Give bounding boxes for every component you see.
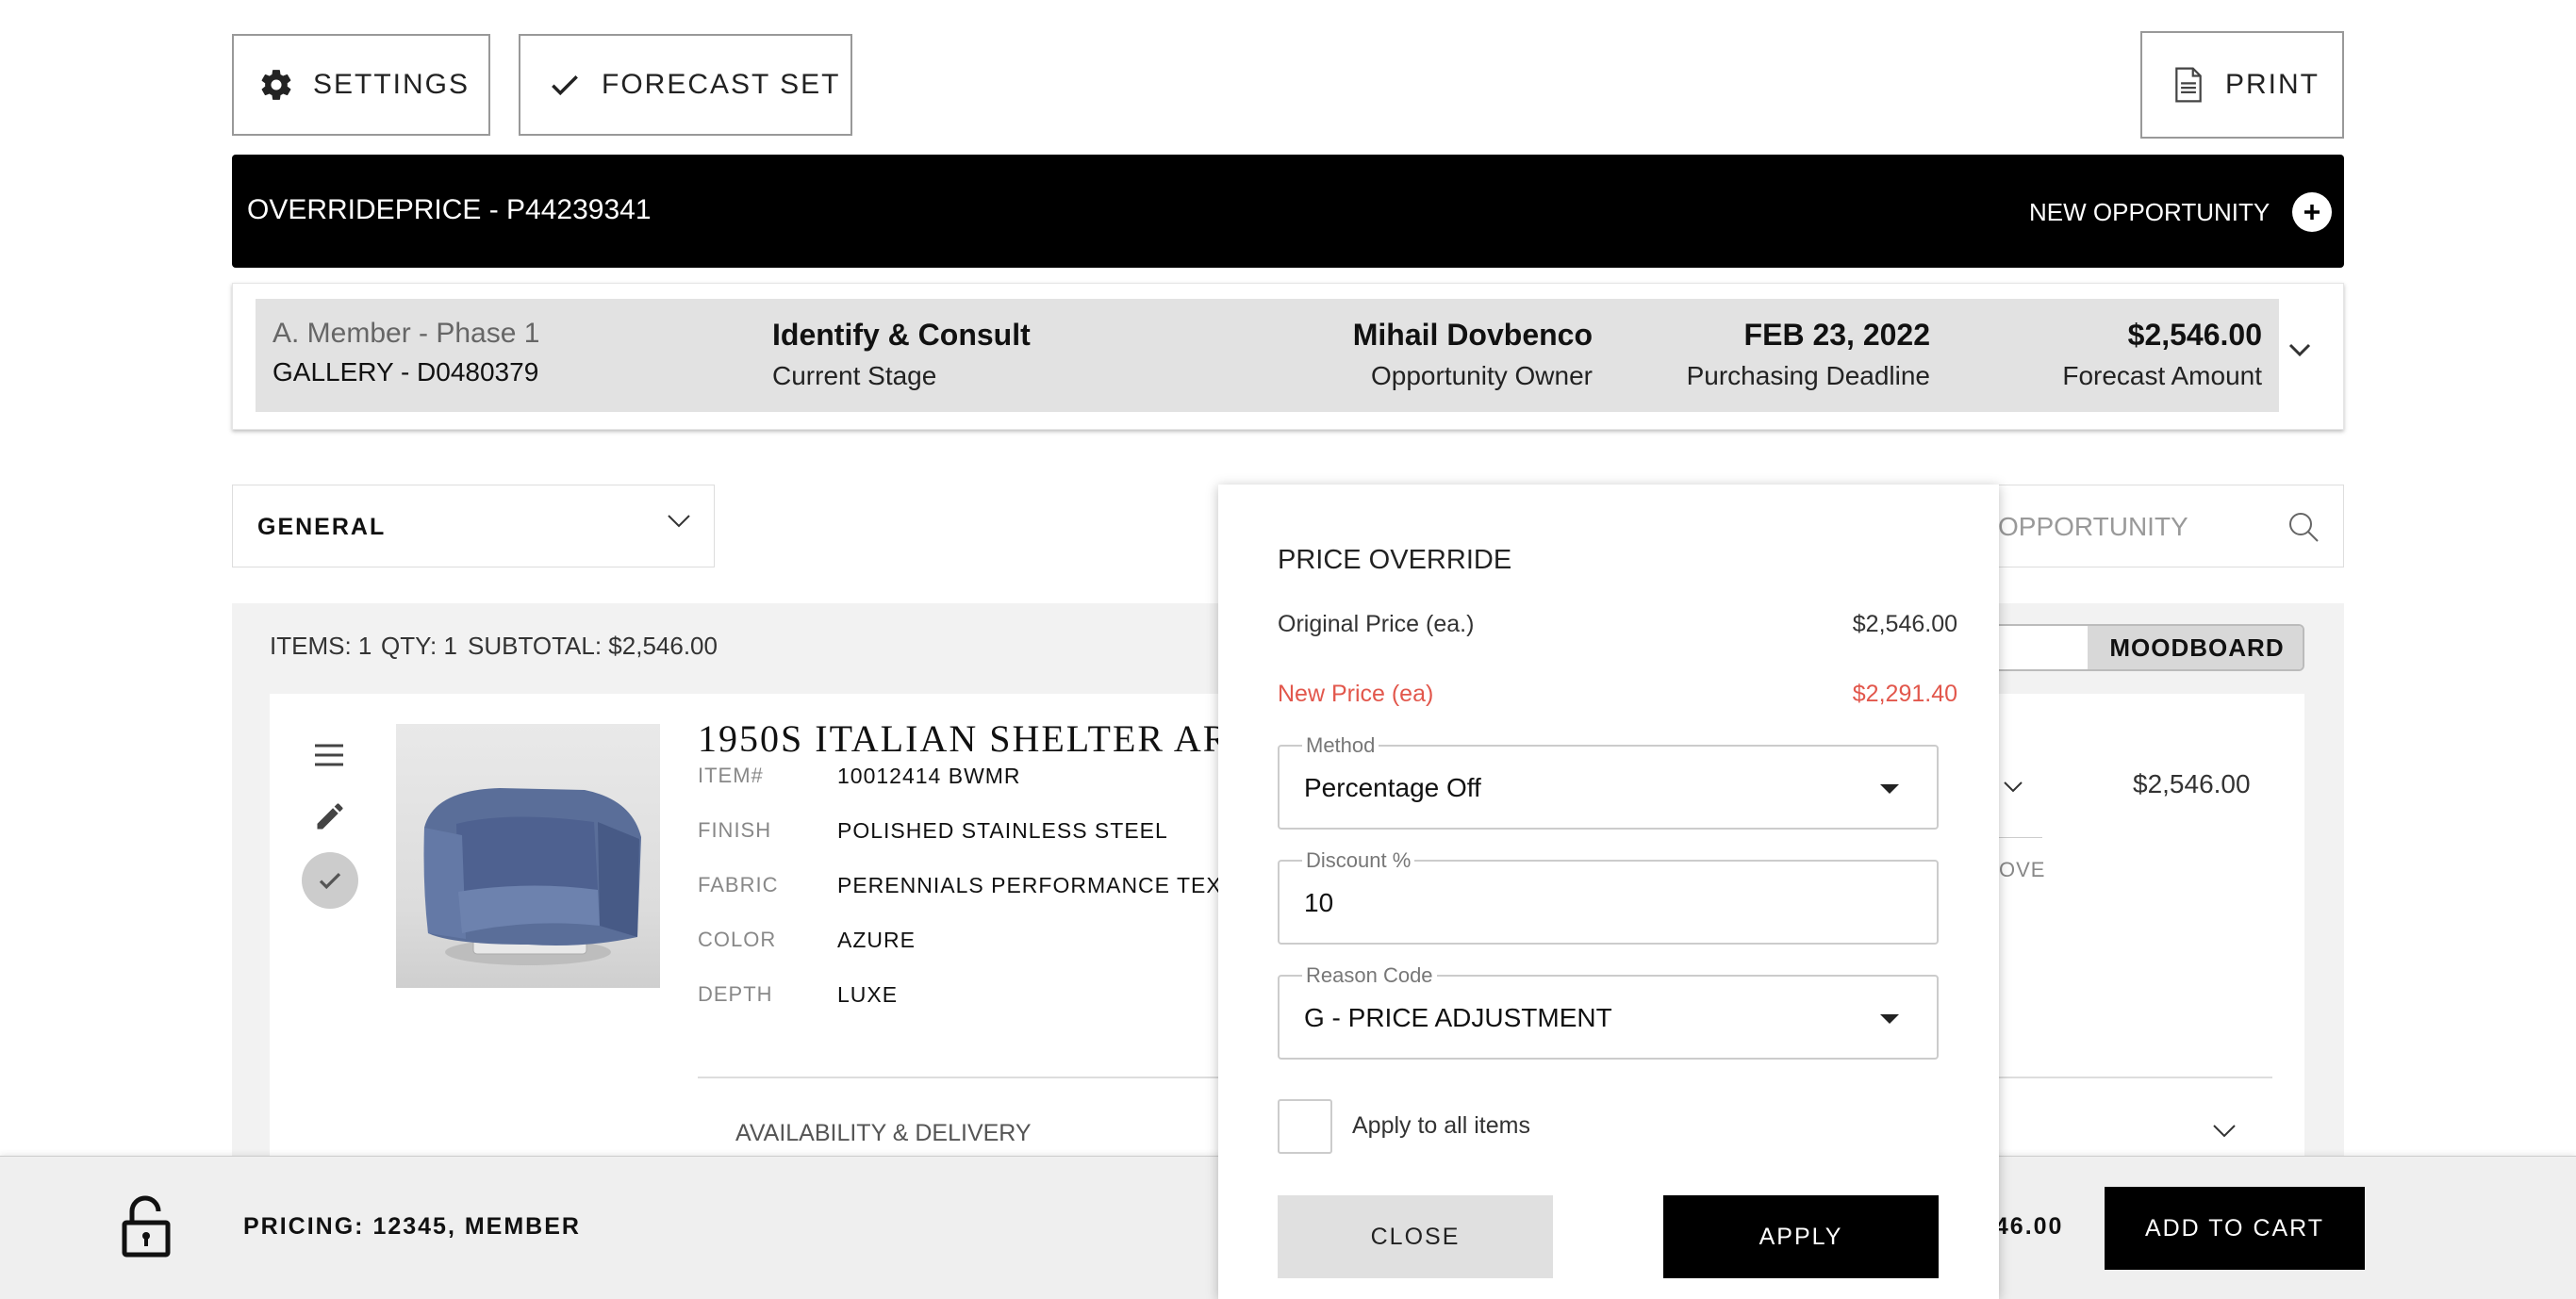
new-opportunity-button[interactable]: NEW OPPORTUNITY [2029, 189, 2333, 236]
discount-label: Discount % [1302, 848, 1415, 873]
spec-label-color: COLOR [698, 928, 777, 951]
section-select[interactable]: GENERAL [232, 485, 715, 567]
plus-circle-icon [2292, 192, 2333, 232]
new-opportunity-label: NEW OPPORTUNITY [2029, 197, 2271, 226]
subtotal: SUBTOTAL: $2,546.00 [468, 632, 718, 660]
stage-label: Current Stage [772, 361, 937, 390]
items-count: ITEMS: 1 [270, 632, 372, 660]
spec-label-fabric: FABRIC [698, 873, 779, 896]
opportunity-search-box[interactable]: OPPORTUNITY [1961, 485, 2344, 567]
deadline-value: FEB 23, 2022 [1743, 318, 1930, 352]
section-select-value: GENERAL [257, 514, 387, 540]
new-price-value: $2,291.40 [1852, 681, 1957, 707]
qty-count: QTY: 1 [381, 632, 457, 660]
add-to-cart-label: ADD TO CART [2144, 1214, 2325, 1241]
member-name: A. Member - Phase 1 [272, 318, 540, 349]
document-icon [2172, 67, 2204, 103]
forecast-set-label: FORECAST SET [602, 69, 841, 100]
new-price-label: New Price (ea) [1278, 681, 1434, 707]
reason-label: Reason Code [1302, 963, 1437, 988]
divider [1995, 837, 2042, 838]
summary-panel: A. Member - Phase 1 GALLERY - D0480379 I… [256, 299, 2279, 412]
opportunity-title: OVERRIDEPRICE - P44239341 [247, 194, 652, 225]
remove-link[interactable]: OVE [1999, 858, 2045, 882]
deadline-label: Purchasing Deadline [1686, 361, 1930, 390]
dropdown-caret-icon [1880, 784, 1899, 794]
method-value: Percentage Off [1304, 773, 1481, 802]
original-price-value: $2,546.00 [1852, 611, 1957, 637]
edit-pencil-icon[interactable] [313, 799, 347, 838]
search-input[interactable]: OPPORTUNITY [1998, 512, 2188, 542]
gear-icon [258, 67, 294, 103]
apply-label: APPLY [1759, 1223, 1843, 1250]
spec-value-depth: LUXE [837, 982, 899, 1007]
chevron-down-icon [667, 514, 691, 534]
apply-button[interactable]: APPLY [1663, 1195, 1939, 1278]
pricing-info: PRICING: 12345, MEMBER [243, 1213, 581, 1240]
method-select[interactable]: Method Percentage Off [1278, 733, 1939, 830]
spec-value-finish: POLISHED STAINLESS STEEL [837, 818, 1168, 843]
checkmark-icon [547, 67, 583, 103]
opportunity-summary-card: A. Member - Phase 1 GALLERY - D0480379 I… [232, 283, 2344, 430]
print-label: PRINT [2225, 69, 2320, 100]
stage-value: Identify & Consult [772, 318, 1031, 352]
spec-label-finish: FINISH [698, 818, 772, 842]
reason-code-select[interactable]: Reason Code G - PRICE ADJUSTMENT [1278, 963, 1939, 1060]
availability-delivery-label[interactable]: AVAILABILITY & DELIVERY [735, 1120, 1032, 1147]
line-price: $2,546.00 [2133, 769, 2251, 798]
confirm-check-icon[interactable] [302, 852, 358, 909]
original-price-label: Original Price (ea.) [1278, 611, 1475, 637]
apply-all-checkbox[interactable] [1278, 1099, 1332, 1154]
spec-label-item: ITEM# [698, 764, 764, 787]
moodboard-tab[interactable]: MOODBOARD [2088, 626, 2303, 669]
moodboard-label: MOODBOARD [2109, 633, 2285, 662]
owner-value: Mihail Dovbenco [1352, 318, 1593, 352]
print-button[interactable]: PRINT [2140, 31, 2344, 139]
settings-button[interactable]: SETTINGS [232, 34, 490, 136]
chevron-down-icon[interactable] [2212, 1124, 2237, 1143]
dropdown-caret-icon [1880, 1014, 1899, 1024]
product-name: 1950S ITALIAN SHELTER ARM S [698, 717, 1300, 760]
discount-value[interactable]: 10 [1304, 888, 1333, 918]
close-button[interactable]: CLOSE [1278, 1195, 1553, 1278]
chevron-down-icon[interactable] [2287, 340, 2313, 364]
spec-label-depth: DEPTH [698, 982, 773, 1006]
owner-label: Opportunity Owner [1371, 361, 1593, 390]
gallery-id: GALLERY - D0480379 [272, 357, 539, 386]
price-override-modal: PRICE OVERRIDE Original Price (ea.) $2,5… [1218, 485, 1999, 1299]
chevron-down-icon[interactable] [2003, 781, 2023, 798]
armchair-illustration [423, 788, 641, 965]
spec-value-item: 10012414 BWMR [837, 764, 1021, 788]
close-label: CLOSE [1370, 1223, 1461, 1250]
forecast-set-button[interactable]: FORECAST SET [519, 34, 852, 136]
unlocked-lock-icon[interactable] [121, 1194, 172, 1263]
forecast-amount-value: $2,546.00 [2127, 318, 2262, 352]
forecast-amount-label: Forecast Amount [2062, 361, 2262, 390]
apply-all-label[interactable]: Apply to all items [1352, 1112, 1530, 1140]
reason-value: G - PRICE ADJUSTMENT [1304, 1003, 1612, 1032]
add-to-cart-button[interactable]: ADD TO CART [2105, 1187, 2365, 1270]
opportunity-header: OVERRIDEPRICE - P44239341 NEW OPPORTUNIT… [232, 155, 2344, 268]
modal-title: PRICE OVERRIDE [1278, 545, 1512, 575]
settings-label: SETTINGS [313, 69, 471, 100]
spec-value-fabric: PERENNIALS PERFORMANCE TEXTURI [837, 873, 1277, 897]
menu-icon[interactable] [313, 743, 345, 772]
method-label: Method [1302, 733, 1379, 758]
search-icon[interactable] [2287, 510, 2320, 549]
product-image [396, 724, 660, 988]
discount-percent-input[interactable]: Discount % 10 [1278, 848, 1939, 945]
spec-value-color: AZURE [837, 928, 916, 952]
